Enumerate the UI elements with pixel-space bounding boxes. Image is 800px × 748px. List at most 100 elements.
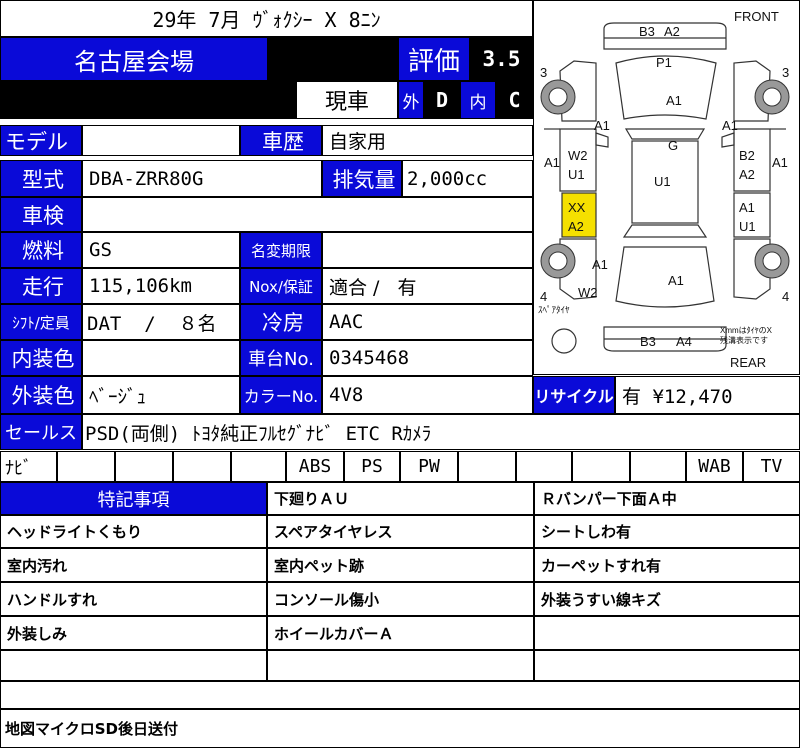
mark: 4 <box>540 289 547 304</box>
sales-label: セールス <box>0 414 82 450</box>
note-cell <box>534 650 800 681</box>
note-row-empty <box>0 681 800 709</box>
equipment-cell <box>516 451 572 482</box>
displacement-label: 排気量 <box>322 160 402 197</box>
exterior-label: 外 <box>398 81 424 119</box>
venue-label: 名古屋会場 <box>0 37 268 81</box>
equipment-cell: ﾅﾋﾞ <box>0 451 57 482</box>
name-change-value <box>322 232 533 268</box>
sales-value: PSD(両側) ﾄﾖﾀ純正ﾌﾙｾｸﾞﾅﾋﾞ ETC Rｶﾒﾗ <box>82 414 800 450</box>
equipment-cell <box>57 451 115 482</box>
equipment-cell <box>458 451 516 482</box>
rear-label: REAR <box>730 355 766 370</box>
mark: B3 <box>640 334 656 349</box>
note-cell: 室内ペット跡 <box>267 548 534 582</box>
chassis-value: 0345468 <box>322 340 533 376</box>
equipment-cell: PS <box>344 451 400 482</box>
mark: A1 <box>739 200 755 215</box>
note-cell: カーペットすれ有 <box>534 548 800 582</box>
color-no-label: カラーNo. <box>240 376 322 414</box>
ac-label: 冷房 <box>240 304 322 340</box>
recycle-label: リサイクル <box>533 376 615 414</box>
note-cell: 外装うすい線キズ <box>534 582 800 616</box>
exterior-grade: D <box>424 81 460 119</box>
mark: W2 <box>568 148 588 163</box>
vehicle-title: 29年 7月 ｳﾞｫｸｼｰ X 8ﾆﾝ <box>0 0 533 37</box>
equipment-cell <box>231 451 286 482</box>
history-label: 車歴 <box>240 125 322 156</box>
mark: A1 <box>772 155 788 170</box>
mileage-value: 115,106km <box>82 268 240 304</box>
mark: B2 <box>739 148 755 163</box>
displacement-value: 2,000cc <box>402 160 533 197</box>
equipment-cell <box>115 451 173 482</box>
equipment-cell: PW <box>400 451 458 482</box>
mark: A2 <box>664 24 680 39</box>
genkuruma-blank <box>0 81 296 119</box>
mark: A1 <box>594 118 610 133</box>
vehicle-condition-diagram: FRONT REAR ｽﾍﾟｱﾀｲﾔ XmmはﾀｲﾔのX 残溝表示です B3 A… <box>533 0 800 375</box>
note-cell: シートしわ有 <box>534 515 800 548</box>
mark: G <box>668 138 678 153</box>
note-cell <box>267 650 534 681</box>
note-cell: ハンドルすれ <box>0 582 267 616</box>
mark: U1 <box>654 174 671 189</box>
equipment-cell: ABS <box>286 451 344 482</box>
note-cell: スペアタイヤレス <box>267 515 534 548</box>
mark: A1 <box>592 257 608 272</box>
note-cell: Ｒバンパー下面Ａ中 <box>534 482 800 515</box>
fuel-label: 燃料 <box>0 232 82 268</box>
chassis-label: 車台No. <box>240 340 322 376</box>
exterior-color-value: ﾍﾞｰｼﾞｭ <box>82 376 240 414</box>
mark: A1 <box>722 118 738 133</box>
note-cell: 室内汚れ <box>0 548 267 582</box>
model-value <box>82 125 240 156</box>
mark: 3 <box>782 65 789 80</box>
shift-value: DAT / ８名 <box>82 304 240 340</box>
equipment-cell: TV <box>743 451 800 482</box>
color-no-value: 4V8 <box>322 376 533 414</box>
equipment-cell <box>173 451 231 482</box>
note-cell: コンソール傷小 <box>267 582 534 616</box>
notes-header: 特記事項 <box>0 482 267 515</box>
mark: A2 <box>739 167 755 182</box>
name-change-label: 名変期限 <box>240 232 322 268</box>
equipment-cell: WAB <box>686 451 743 482</box>
nox-label: Nox/保証 <box>240 268 322 304</box>
interior-grade: C <box>496 81 533 119</box>
mark: A2 <box>568 219 584 234</box>
note-cell: 下廻りＡＵ <box>267 482 534 515</box>
front-label: FRONT <box>734 9 779 24</box>
interior-color-value <box>82 340 240 376</box>
shift-label: ｼﾌﾄ/定員 <box>0 304 82 340</box>
venue-blank <box>268 37 398 81</box>
mark: B3 <box>639 24 655 39</box>
note-line2: 残溝表示です <box>720 335 768 345</box>
mark: P1 <box>656 55 672 70</box>
model-label: モデル <box>0 125 82 156</box>
inspection-value <box>82 197 533 232</box>
type-label: 型式 <box>0 160 82 197</box>
mark: U1 <box>568 167 585 182</box>
exterior-color-label: 外装色 <box>0 376 82 414</box>
mark: A4 <box>676 334 692 349</box>
fuel-value: GS <box>82 232 240 268</box>
mileage-label: 走行 <box>0 268 82 304</box>
note-line1: XmmはﾀｲﾔのX <box>720 326 773 335</box>
nox-value: 適合 / 有 <box>322 268 533 304</box>
recycle-value: 有 ¥12,470 <box>615 376 800 414</box>
mark: A1 <box>666 93 682 108</box>
mark: 4 <box>782 289 789 304</box>
mark: U1 <box>739 219 756 234</box>
note-cell <box>534 616 800 650</box>
ac-value: AAC <box>322 304 533 340</box>
mark: 3 <box>540 65 547 80</box>
notes-footer: 地図マイクロSD後日送付 <box>0 709 800 748</box>
history-value: 自家用 <box>322 125 533 156</box>
note-cell <box>0 650 267 681</box>
mark: W2 <box>578 285 598 300</box>
mark: XX <box>568 200 586 215</box>
rating-value: 3.5 <box>470 37 533 81</box>
mark: A1 <box>668 273 684 288</box>
equipment-cell <box>572 451 630 482</box>
